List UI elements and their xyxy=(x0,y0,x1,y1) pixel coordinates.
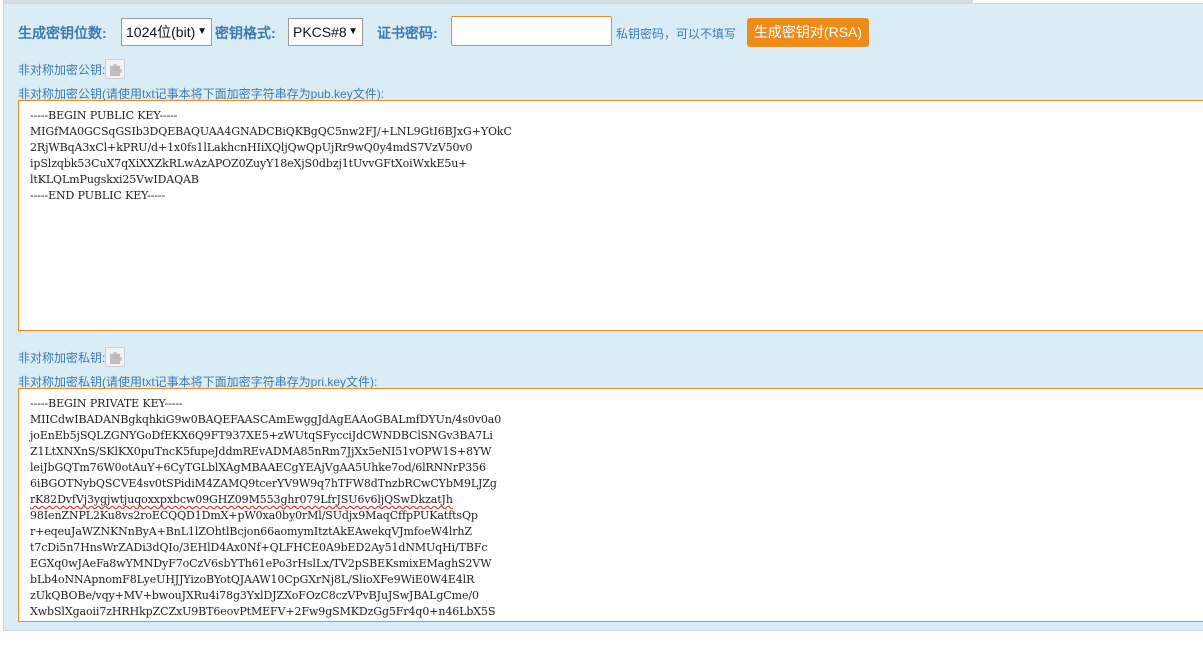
private-key-text: -----BEGIN PRIVATE KEY----- MIICdwIBADAN… xyxy=(19,389,1203,620)
key-line: 2RjWBqA3xCl+kPRU/d+1x0fs1lLakhcnHIiXQljQ… xyxy=(30,141,473,154)
key-line: XwbSlXgaoii7zHRHkpZCZxU9BT6eovPtMEFV+2Fw… xyxy=(30,605,496,618)
private-key-textarea[interactable]: -----BEGIN PRIVATE KEY----- MIICdwIBADAN… xyxy=(18,388,1203,622)
rsa-keygen-panel: 生成密钥位数: 1024位(bit) ▼ 密钥格式: PKCS#8 ▼ 证书密码… xyxy=(3,3,1203,631)
cert-password-label: 证书密码: xyxy=(377,25,438,41)
key-line: 6iBGOTNybQSCVE4sv0tSPidiM4ZAMQ9tcerYV9W9… xyxy=(30,477,497,490)
key-bits-select[interactable]: 1024位(bit) ▼ xyxy=(121,18,212,46)
key-line: joEnEb5jSQLZGNYGoDfEKX6Q9FT937XE5+zWUtqS… xyxy=(30,429,493,442)
public-key-text: -----BEGIN PUBLIC KEY----- MIGfMA0GCSqGS… xyxy=(19,101,1203,204)
key-line: r+eqeuJaWZNKNnByA+BnL1lZOhtlBcjon66aomym… xyxy=(30,525,472,538)
key-line: rK82DvfVj3ygjwtjuqoxxpxbcw09GHZ09M553ghr… xyxy=(30,493,453,506)
key-bits-label: 生成密钥位数: xyxy=(18,25,107,41)
public-key-label: 非对称加密公钥: xyxy=(18,63,106,77)
key-line: bLb4oNNApnomF8LyeUHJJYizoBYotQJAAW10CpGX… xyxy=(30,573,475,586)
key-format-value: PKCS#8 xyxy=(293,24,347,40)
key-line: -----END PUBLIC KEY----- xyxy=(30,189,166,202)
key-format-label: 密钥格式: xyxy=(215,25,276,41)
key-line: zUkQBOBe/vqy+MV+bwouJXRu4i78g3YxlDJZXoFO… xyxy=(30,589,479,602)
private-key-label: 非对称加密私钥: xyxy=(18,351,106,365)
key-line: -----BEGIN PRIVATE KEY----- xyxy=(30,397,183,410)
dropdown-arrow-icon: ▼ xyxy=(348,26,358,37)
cert-password-input[interactable] xyxy=(451,16,612,46)
generate-keypair-button[interactable]: 生成密钥对(RSA) xyxy=(747,18,869,47)
key-line: Z1LtXNXnS/SKlKX0puTncK5fupeJddmREvADMA85… xyxy=(30,445,492,458)
password-hint: 私钥密码，可以不填写 xyxy=(616,27,737,41)
key-line: MIICdwIBADANBgkqhkiG9w0BAQEFAASCAmEwggJd… xyxy=(30,413,502,426)
key-line: 98IenZNPL2Ku8vs2roECQQD1DmX+pW0xa0by0rMl… xyxy=(30,509,478,522)
key-line: ipSlzqbk53CuX7qXiXXZkRLwAzAPOZ0ZuyY18eXj… xyxy=(30,157,468,170)
key-bits-value: 1024位(bit) xyxy=(126,24,196,40)
copy-puzzle-icon[interactable] xyxy=(105,347,125,367)
dropdown-arrow-icon: ▼ xyxy=(197,26,207,37)
key-line: -----BEGIN PUBLIC KEY----- xyxy=(30,109,178,122)
options-row: 生成密钥位数: 1024位(bit) ▼ 密钥格式: PKCS#8 ▼ 证书密码… xyxy=(4,4,1203,60)
key-format-select[interactable]: PKCS#8 ▼ xyxy=(288,18,363,46)
key-line: ltKLQLmPugskxi25VwIDAQAB xyxy=(30,173,199,186)
copy-puzzle-icon[interactable] xyxy=(105,59,125,79)
key-line: EGXq0wJAeFa8wYMNDyF7oCzV6sbYTh61ePo3rHsl… xyxy=(30,557,492,570)
key-line: leiJbGQTm76W0otAuY+6CyTGLblXAgMBAAECgYEA… xyxy=(30,461,486,474)
key-line: MIGfMA0GCSqGSIb3DQEBAQUAA4GNADCBiQKBgQC5… xyxy=(30,125,512,138)
key-line: t7cDi5n7HnsWrZADi3dQIo/3EHlD4Ax0Nf+QLFHC… xyxy=(30,541,488,554)
public-key-textarea[interactable]: -----BEGIN PUBLIC KEY----- MIGfMA0GCSqGS… xyxy=(18,100,1203,331)
